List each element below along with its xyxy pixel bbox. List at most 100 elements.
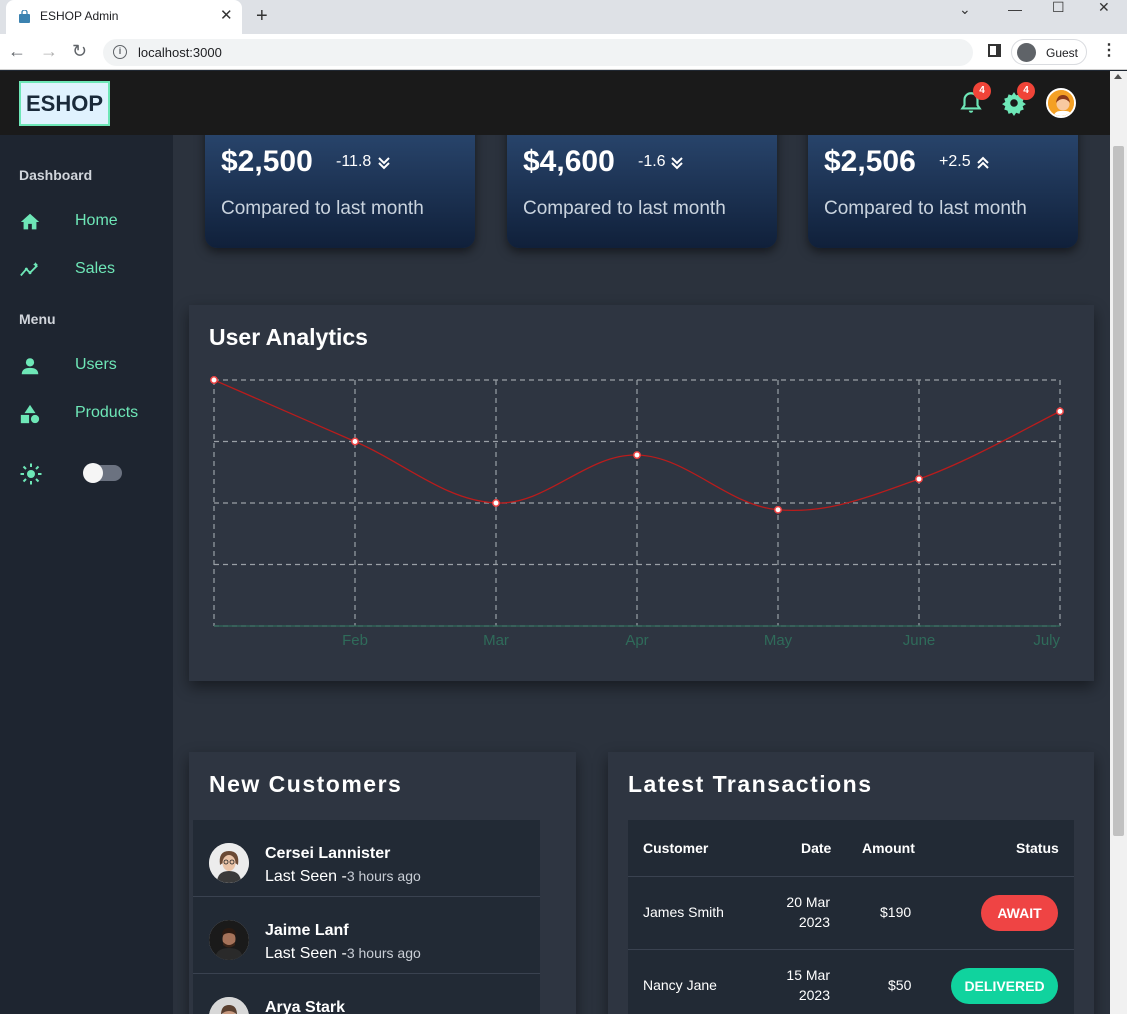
amount-cell: $190 [880,904,912,920]
x-tick-label: Mar [483,632,509,649]
avatar [209,843,249,883]
x-tick-label: May [764,632,793,649]
browser-tab[interactable]: ESHOP Admin ✕ [6,0,242,34]
data-point [633,451,641,459]
browser-menu-icon[interactable]: ⋮ [1101,42,1117,60]
app-header: ESHOP 4 4 [0,71,1110,135]
customer-cell: Nancy Jane [643,977,717,993]
x-tick-label: Apr [625,632,648,649]
browser-toolbar: ← → ↻ i localhost:3000 Guest ⋮ [0,34,1127,70]
last-seen: Last Seen -3 hours ago [265,945,421,963]
last-seen: Last Seen -3 hours ago [265,868,421,886]
data-point [1056,407,1064,416]
stat-description: Compared to last month [824,198,1027,219]
main-content: $2,500 -11.8 Compared to last month $4,6… [173,135,1110,1014]
sidebar-item-label: Home [75,212,118,229]
date-cell: 20 Mar 2023 [768,892,830,932]
x-tick-label: Feb [342,632,368,649]
date-day: 15 Mar [786,967,830,983]
data-point [492,499,500,507]
toggle-knob [83,463,103,483]
address-bar[interactable]: i localhost:3000 [103,39,973,66]
panel-title: New Customers [209,771,403,797]
double-chevron-down-icon [671,157,683,170]
avatar-photo [209,920,249,960]
window-close-icon[interactable]: ✕ [1098,0,1110,14]
browser-tabbar: ESHOP Admin ✕ + ⌄ — ☐ ✕ [0,0,1127,34]
customer-cell: James Smith [643,904,724,920]
home-icon [20,213,40,230]
profile-avatar-icon [1017,43,1036,62]
customer-name: Cersei Lannister [265,845,391,862]
sidebar-item-home[interactable]: Home [19,207,169,237]
customer-name: Jaime Lanf [265,922,349,939]
avatar-photo [209,843,249,883]
analytics-panel: User Analytics Feb Mar Apr May June July [189,305,1094,681]
notifications-badge: 4 [973,82,991,100]
scroll-up-arrow-icon[interactable] [1114,74,1122,79]
data-point [774,505,782,514]
scrollbar-thumb[interactable] [1113,146,1124,836]
user-analytics-chart: Feb Mar Apr May June July [210,376,1064,649]
tab-title: ESHOP Admin [40,9,119,23]
stat-change: +2.5 [939,153,971,170]
status-badge[interactable]: AWAIT [981,895,1058,931]
sidebar-section-menu: Menu [19,311,56,327]
back-arrow-icon[interactable]: ← [8,41,26,61]
sidebar-item-label: Sales [75,260,116,277]
date-cell: 15 Mar 2023 [768,965,830,1005]
site-info-icon[interactable]: i [113,45,127,59]
table-row[interactable]: Nancy Jane 15 Mar 2023 $50 DELIVERED [628,949,1074,1014]
last-seen-label: Last Seen - [265,945,347,962]
sidebar-item-label: Users [75,356,117,373]
stat-description: Compared to last month [523,198,726,219]
sidebar-item-users[interactable]: Users [19,351,169,381]
list-item[interactable]: Cersei Lannister Last Seen -3 hours ago [193,820,540,897]
stat-change: -1.6 [638,153,666,170]
stat-change: -11.8 [336,153,372,170]
last-seen-time: 3 hours ago [346,868,421,884]
avatar[interactable] [1046,88,1076,118]
tab-close-icon[interactable]: ✕ [220,7,233,25]
shopping-bag-icon [19,10,30,23]
page-scrollbar[interactable] [1110,71,1127,1014]
profile-label: Guest [1046,46,1079,60]
last-seen-label: Last Seen - [265,868,347,885]
double-chevron-down-icon [378,157,390,170]
sidebar-item-products[interactable]: Products [19,399,169,429]
column-header-customer: Customer [643,840,709,856]
reload-icon[interactable]: ↻ [72,41,87,61]
avatar-illustration [1048,90,1074,116]
maximize-icon[interactable]: ☐ [1052,0,1065,14]
list-item[interactable]: Jaime Lanf Last Seen -3 hours ago [193,897,540,974]
minimize-icon[interactable]: — [1008,2,1022,16]
avatar-photo [209,997,249,1014]
logo[interactable]: ESHOP [19,81,110,126]
table-row[interactable]: James Smith 20 Mar 2023 $190 AWAIT [628,876,1074,949]
settings-badge: 4 [1017,82,1035,100]
avatar [209,920,249,960]
new-tab-icon[interactable]: + [256,5,268,27]
stat-card: $2,506 +2.5 Compared to last month [808,135,1078,248]
date-day: 20 Mar [786,894,830,910]
x-tick-label: July [1033,632,1060,649]
date-year: 2023 [798,987,830,1003]
theme-toggle[interactable] [83,463,122,483]
stat-value: $4,600 [523,145,615,178]
user-icon [21,358,39,375]
last-seen-time: 3 hours ago [346,945,421,961]
data-point [915,475,923,483]
url-text: localhost:3000 [138,45,222,60]
sidebar-item-sales[interactable]: Sales [19,255,169,285]
data-point [210,376,218,384]
profile-button[interactable]: Guest [1011,39,1087,65]
forward-arrow-icon[interactable]: → [40,41,58,61]
date-year: 2023 [798,914,830,930]
status-badge[interactable]: DELIVERED [951,968,1058,1004]
list-item[interactable]: Arya Stark [193,974,540,1014]
tab-search-chevron-icon[interactable]: ⌄ [959,2,971,16]
stat-card: $2,500 -11.8 Compared to last month [205,135,475,248]
side-panel-icon[interactable] [988,44,1001,57]
sun-icon [20,463,42,485]
x-tick-label: June [903,632,936,649]
